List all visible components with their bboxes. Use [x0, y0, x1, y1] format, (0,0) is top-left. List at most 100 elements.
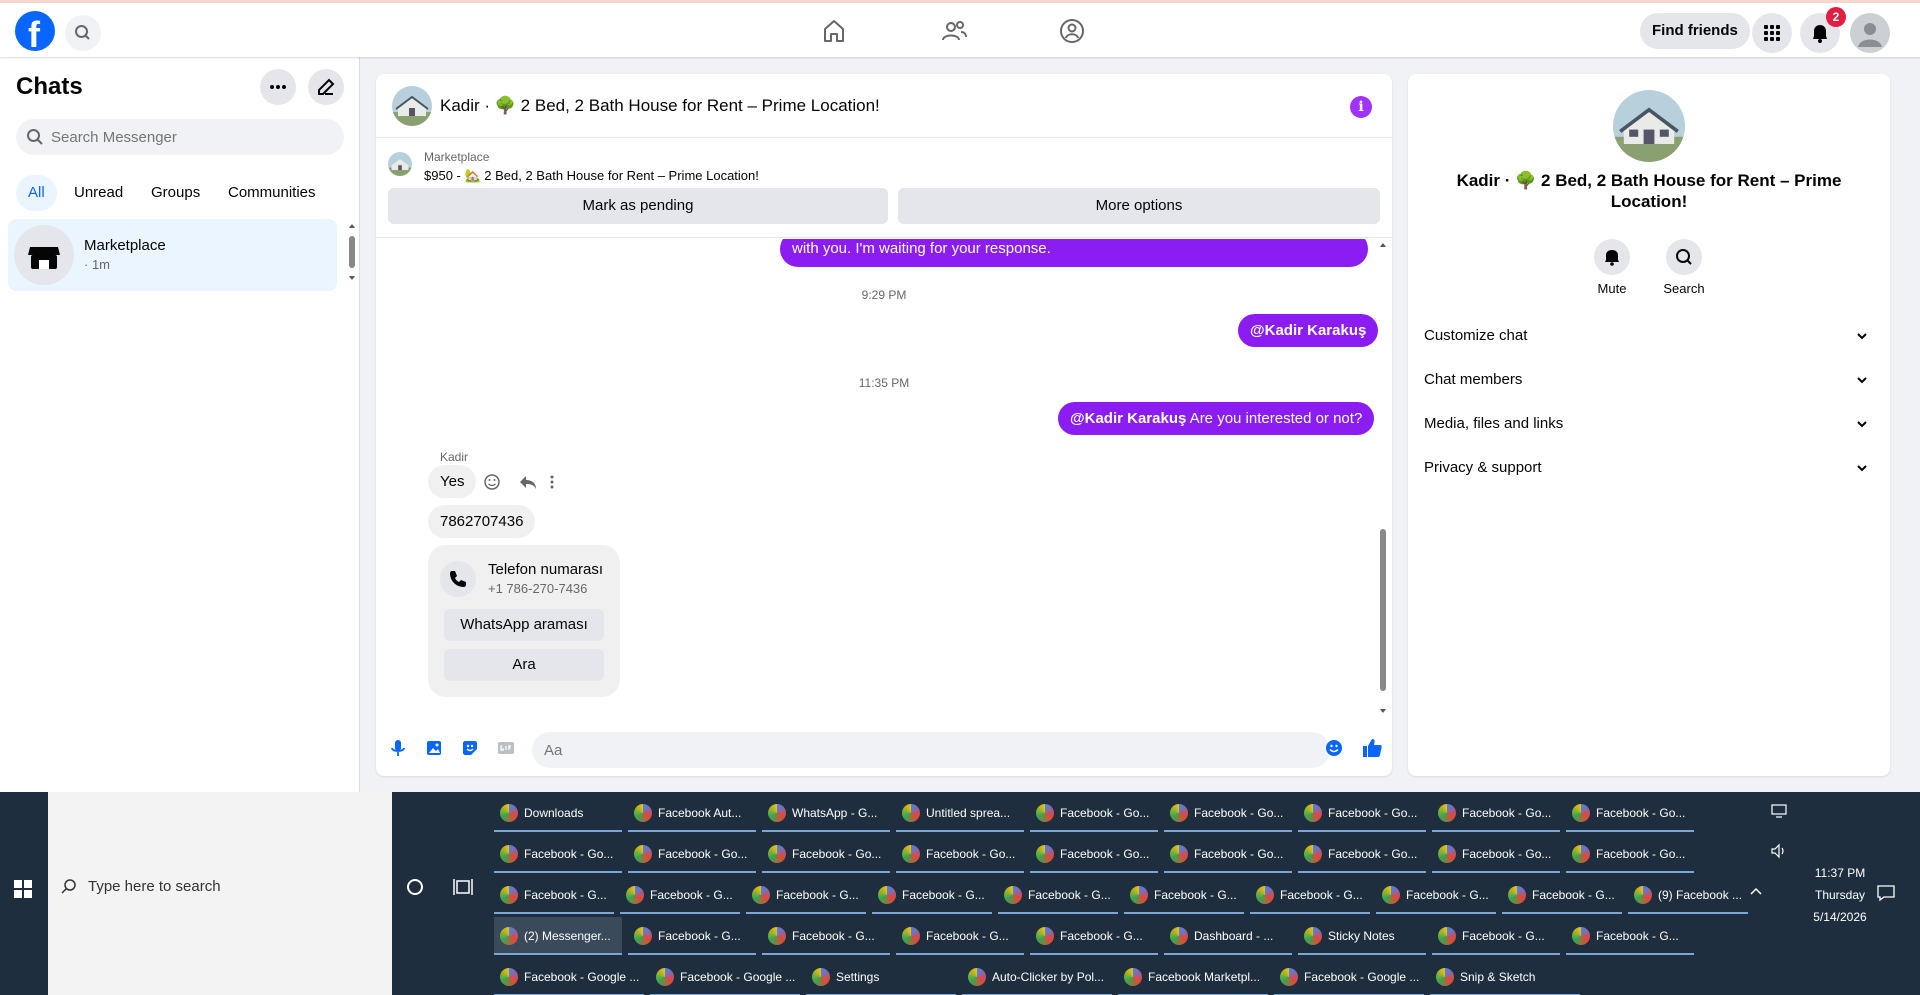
task-view-icon[interactable] — [452, 876, 474, 898]
privacy-support-section[interactable]: Privacy & support — [1424, 446, 1874, 490]
taskbar-app-button[interactable]: Facebook - Go... — [628, 835, 756, 873]
taskbar-app-button[interactable]: Auto-Clicker by Pol... — [962, 958, 1112, 995]
mute-action[interactable]: Mute — [1582, 239, 1642, 296]
taskbar-app-button[interactable]: Facebook - G... — [1030, 917, 1158, 955]
taskbar-search-box[interactable]: Type here to search — [48, 792, 392, 995]
taskbar-app-button[interactable]: Facebook - Go... — [1298, 835, 1426, 873]
conversation-info-icon[interactable]: i — [1350, 96, 1372, 118]
mute-button[interactable] — [1594, 239, 1630, 275]
taskbar-app-button[interactable]: Facebook - G... — [1124, 876, 1244, 914]
listing-large-avatar[interactable] — [1613, 90, 1685, 162]
new-message-button[interactable] — [308, 69, 344, 105]
find-friends-button[interactable]: Find friends — [1640, 13, 1750, 49]
taskbar-app-button[interactable]: Facebook Aut... — [628, 794, 756, 832]
taskbar-app-button[interactable]: Facebook - G... — [628, 917, 756, 955]
filter-communities-tab[interactable]: Communities — [216, 175, 328, 211]
taskbar-app-button[interactable]: Facebook - G... — [896, 917, 1024, 955]
taskbar-app-button[interactable]: Facebook - Go... — [1164, 835, 1292, 873]
facebook-logo-icon[interactable]: f — [15, 11, 55, 55]
show-hidden-icons-chevron-up-icon[interactable] — [1748, 884, 1764, 900]
sidebar-scrollbar[interactable] — [348, 222, 356, 282]
media-files-links-section[interactable]: Media, files and links — [1424, 402, 1874, 446]
network-icon[interactable] — [1770, 802, 1788, 820]
taskbar-app-button[interactable]: Facebook Marketpl... — [1118, 958, 1268, 995]
start-button[interactable] — [0, 792, 48, 995]
conversation-scrollbar[interactable] — [1378, 239, 1388, 719]
taskbar-app-button[interactable]: Facebook - G... — [1376, 876, 1496, 914]
listing-avatar[interactable] — [392, 86, 432, 126]
reply-icon[interactable] — [520, 476, 536, 489]
mention[interactable]: @Kadir Karakuş — [1250, 322, 1366, 339]
taskbar-app-button[interactable]: Facebook - G... — [1432, 917, 1560, 955]
search-conversation-button[interactable] — [1666, 239, 1702, 275]
taskbar-app-button[interactable]: Untitled sprea... — [896, 794, 1024, 832]
more-vertical-icon[interactable] — [550, 475, 554, 489]
taskbar-app-button[interactable]: Facebook - Go... — [1164, 794, 1292, 832]
react-emoji-icon[interactable] — [484, 474, 500, 490]
listing-thumbnail[interactable] — [388, 152, 412, 176]
menu-button[interactable] — [1752, 13, 1792, 53]
outgoing-mention-message[interactable]: @Kadir Karakuş — [1238, 314, 1379, 347]
search-button[interactable] — [65, 15, 101, 51]
more-options-button[interactable]: More options — [898, 188, 1380, 224]
taskbar-app-button[interactable]: Facebook - G... — [494, 876, 614, 914]
taskbar-app-button[interactable]: Facebook - Go... — [896, 835, 1024, 873]
chat-options-button[interactable] — [260, 69, 296, 105]
cortana-icon[interactable] — [404, 876, 426, 898]
taskbar-app-button[interactable]: Facebook - Go... — [1030, 794, 1158, 832]
taskbar-app-button[interactable]: Facebook - Go... — [1030, 835, 1158, 873]
taskbar-app-button[interactable]: Downloads — [494, 794, 622, 832]
account-avatar[interactable] — [1850, 13, 1890, 53]
taskbar-app-button[interactable]: Dashboard - ... — [1164, 917, 1292, 955]
filter-unread-tab[interactable]: Unread — [62, 175, 135, 211]
outgoing-mention-message[interactable]: @Kadir Karakuş Are you interested or not… — [1058, 402, 1375, 435]
search-action[interactable]: Search — [1654, 239, 1714, 296]
taskbar-app-button[interactable]: Facebook - Go... — [1566, 794, 1694, 832]
taskbar-app-button[interactable]: Facebook - Go... — [1432, 835, 1560, 873]
taskbar-app-button[interactable]: (9) Facebook ... — [1628, 876, 1748, 914]
message-input[interactable] — [532, 732, 1330, 768]
taskbar-app-button[interactable]: Facebook - Google ... — [494, 958, 644, 995]
chat-list-item-marketplace[interactable]: Marketplace · 1m — [8, 219, 337, 291]
conversation-title[interactable]: Kadir · 🌳 2 Bed, 2 Bath House for Rent –… — [440, 96, 880, 116]
taskbar-app-button[interactable]: Facebook - Go... — [762, 835, 890, 873]
incoming-message[interactable]: Yes — [428, 465, 477, 498]
action-center-notification-icon[interactable] — [1876, 884, 1896, 902]
taskbar-app-button[interactable]: Settings — [806, 958, 956, 995]
taskbar-app-button[interactable]: Sticky Notes — [1298, 917, 1426, 955]
taskbar-app-button[interactable]: Facebook - G... — [1502, 876, 1622, 914]
taskbar-app-button[interactable]: Facebook - G... — [1566, 917, 1694, 955]
gif-icon[interactable] — [496, 738, 516, 758]
listing-price-title[interactable]: $950 - 🏡 2 Bed, 2 Bath House for Rent – … — [424, 168, 759, 184]
mention[interactable]: @Kadir Karakuş — [1070, 410, 1186, 427]
taskbar-app-button[interactable]: Facebook - Go... — [1298, 794, 1426, 832]
taskbar-app-button[interactable]: Snip & Sketch — [1430, 958, 1580, 995]
whatsapp-call-button[interactable]: WhatsApp araması — [444, 609, 604, 641]
like-thumb-icon[interactable] — [1360, 736, 1384, 760]
sticker-icon[interactable] — [460, 738, 480, 758]
chat-members-section[interactable]: Chat members — [1424, 358, 1874, 402]
home-icon[interactable] — [820, 17, 848, 45]
taskbar-app-button[interactable]: Facebook - Go... — [1432, 794, 1560, 832]
filter-groups-tab[interactable]: Groups — [139, 175, 212, 211]
taskbar-app-button[interactable]: Facebook - G... — [746, 876, 866, 914]
taskbar-app-button[interactable]: Facebook - Go... — [1566, 835, 1694, 873]
friends-icon[interactable] — [940, 17, 968, 45]
taskbar-app-button[interactable]: Facebook - G... — [762, 917, 890, 955]
filter-all-tab[interactable]: All — [16, 175, 57, 211]
taskbar-app-button[interactable]: Facebook - Google ... — [650, 958, 800, 995]
customize-chat-section[interactable]: Customize chat — [1424, 314, 1874, 358]
microphone-icon[interactable] — [388, 738, 408, 758]
taskbar-app-button[interactable]: Facebook - Go... — [494, 835, 622, 873]
mark-as-pending-button[interactable]: Mark as pending — [388, 188, 888, 224]
photo-attach-icon[interactable] — [424, 738, 444, 758]
incoming-message[interactable]: 7862707436 — [428, 505, 536, 538]
groups-icon[interactable] — [1058, 17, 1086, 45]
taskbar-app-button[interactable]: Facebook - G... — [998, 876, 1118, 914]
search-messenger-input[interactable] — [16, 119, 344, 155]
volume-icon[interactable] — [1770, 842, 1788, 860]
call-button[interactable]: Ara — [444, 649, 604, 681]
taskbar-app-button[interactable]: Facebook - G... — [872, 876, 992, 914]
taskbar-app-button[interactable]: (2) Messenger... — [494, 917, 622, 955]
taskbar-app-button[interactable]: Facebook - G... — [620, 876, 740, 914]
